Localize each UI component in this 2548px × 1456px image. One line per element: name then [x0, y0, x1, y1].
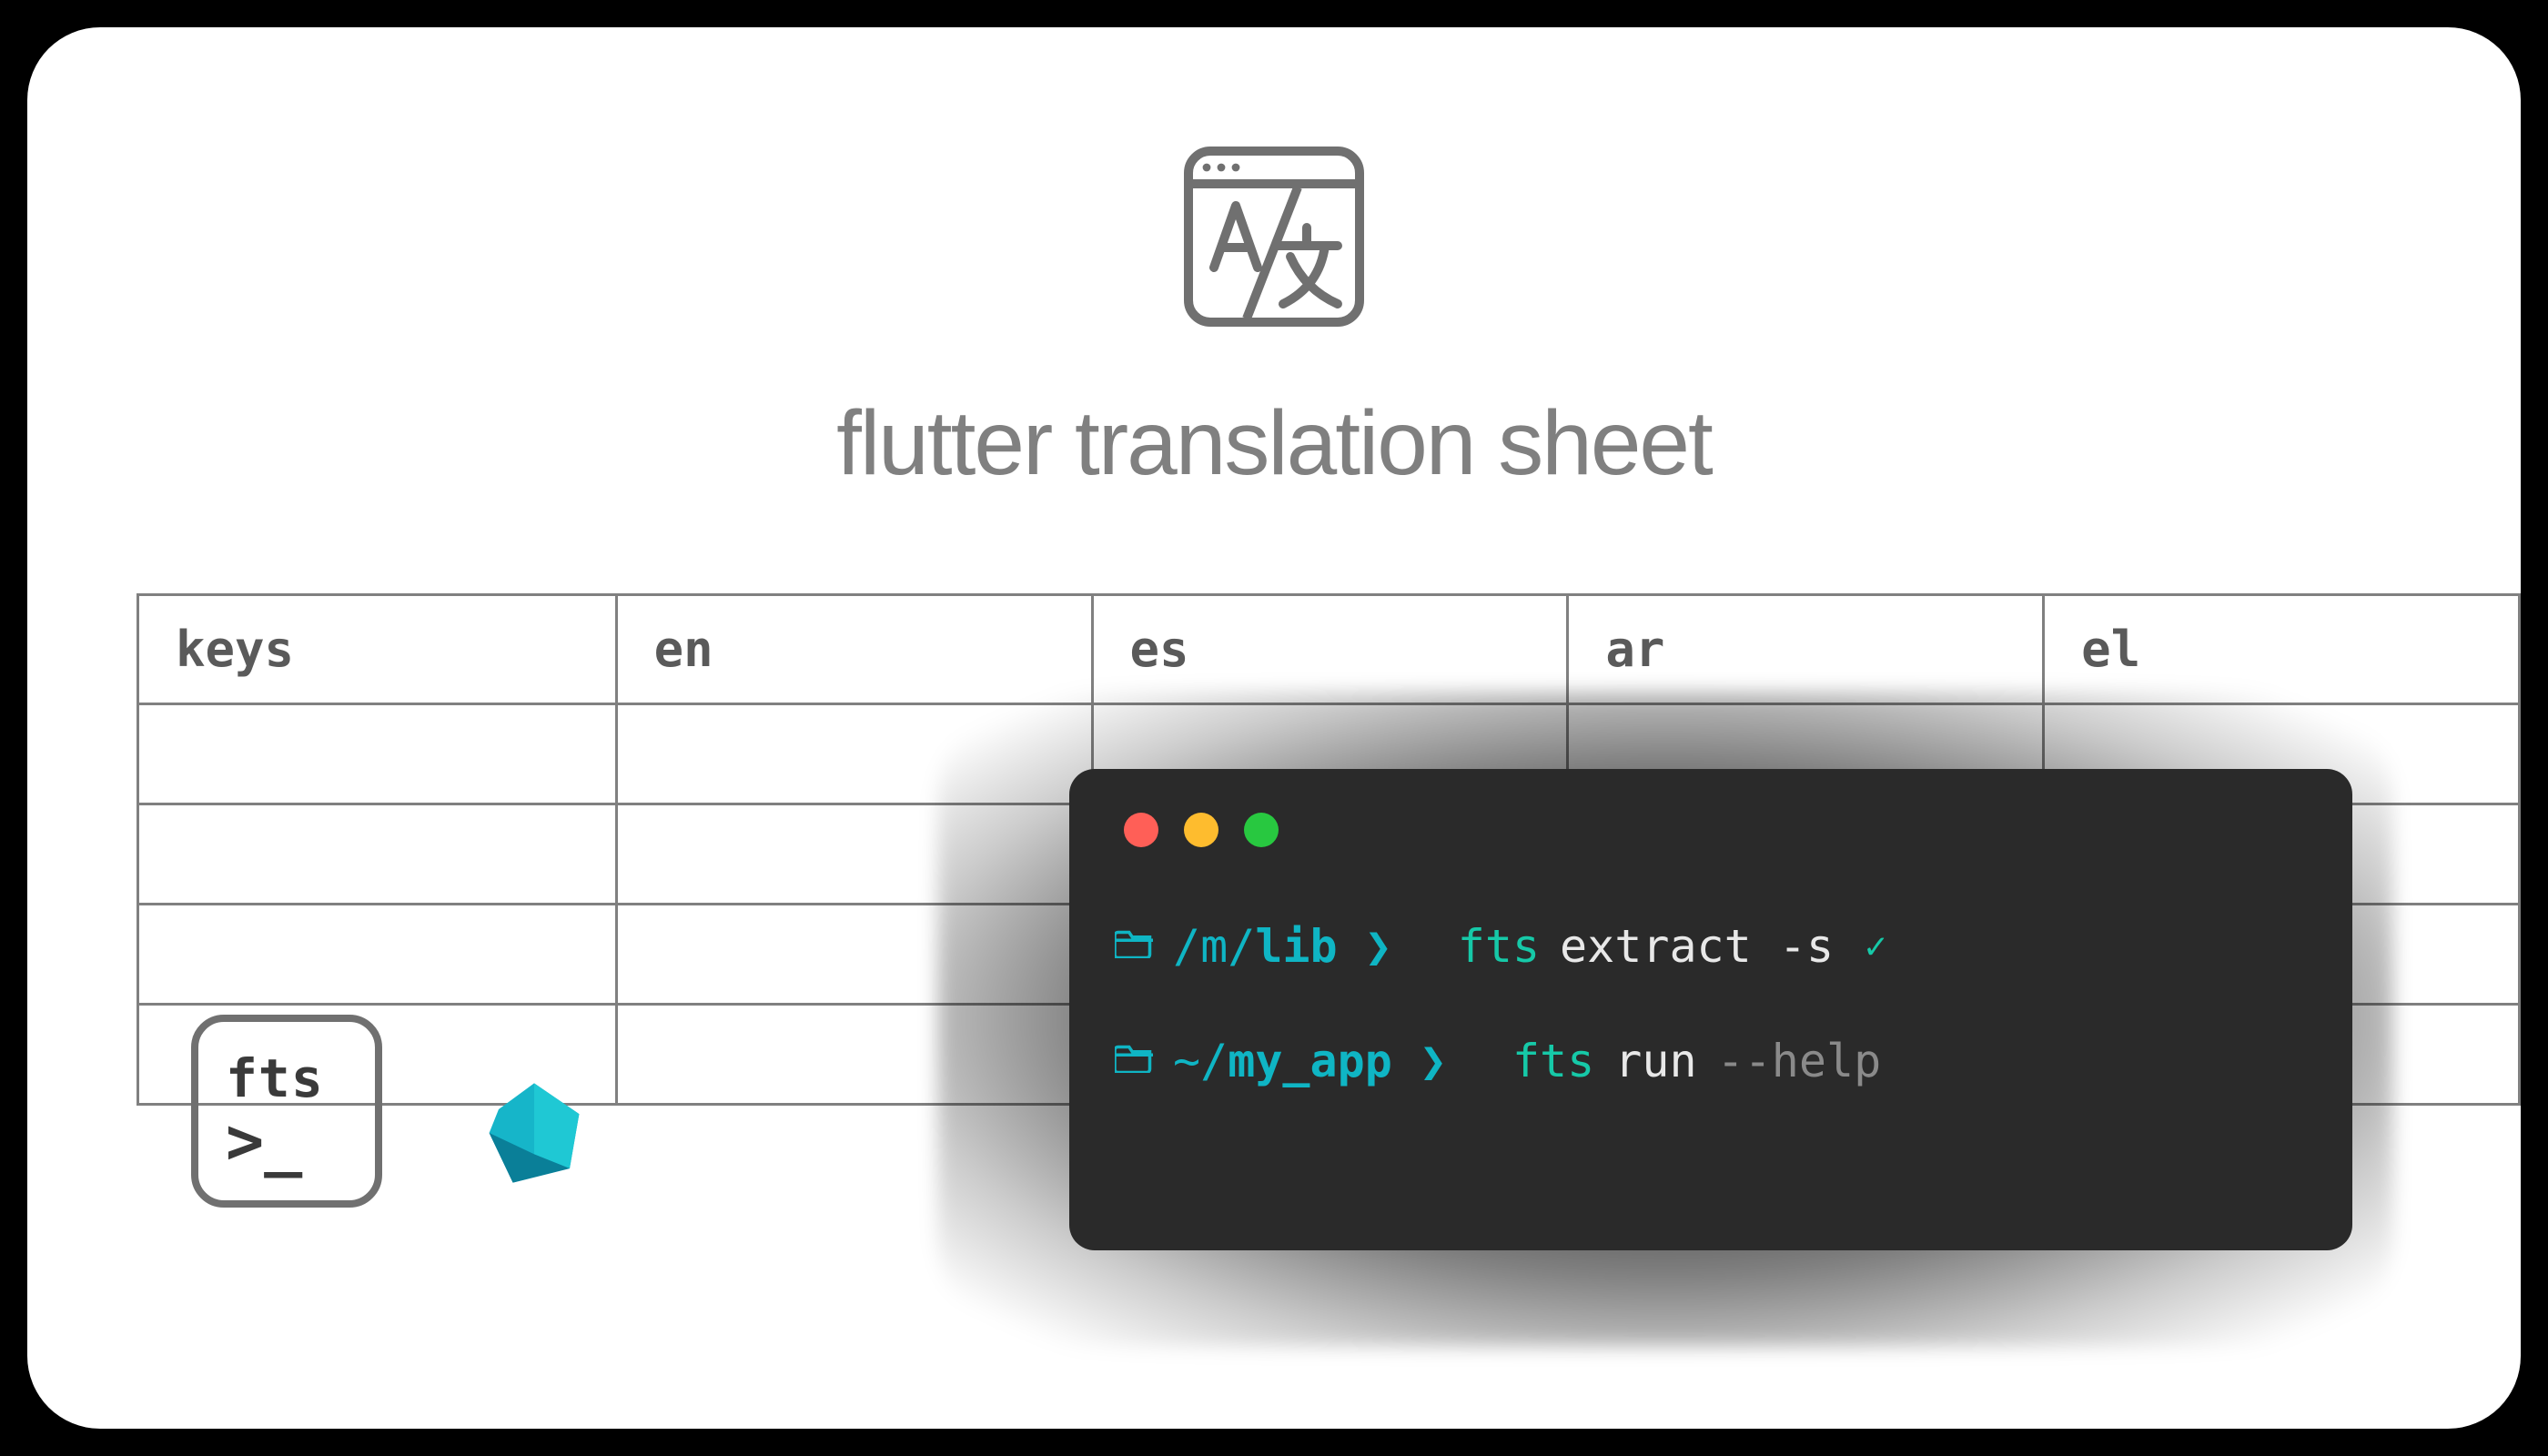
sheet-header-row: keys en es ar el: [138, 595, 2520, 704]
terminal-flag: --help: [1717, 1035, 1882, 1087]
folder-icon: [1115, 1040, 1153, 1082]
folder-icon: [1115, 925, 1153, 967]
dart-logo-icon: [475, 1074, 593, 1197]
terminal-path: /m/lib: [1173, 920, 1338, 973]
page-title: flutter translation sheet: [836, 391, 1712, 496]
col-header-el: el: [2044, 595, 2520, 704]
col-header-ar: ar: [1568, 595, 2044, 704]
terminal-window: /m/lib ❯ fts extract -s ✓ ~/my_app ❯ fts…: [1069, 769, 2352, 1250]
translate-app-icon: [1174, 136, 1374, 341]
terminal-args: run: [1614, 1035, 1696, 1087]
fts-cli-badge: fts >_: [191, 1015, 382, 1208]
close-icon[interactable]: [1124, 813, 1158, 847]
maximize-icon[interactable]: [1244, 813, 1279, 847]
col-header-keys: keys: [138, 595, 617, 704]
window-controls: [1124, 813, 2307, 847]
fts-badge-prompt: >_: [226, 1108, 375, 1176]
minimize-icon[interactable]: [1184, 813, 1218, 847]
prompt-chevron-icon: ❯: [1365, 920, 1392, 973]
terminal-args: extract -s: [1560, 920, 1834, 973]
col-header-es: es: [1092, 595, 1568, 704]
success-check-icon: ✓: [1865, 925, 1886, 967]
prompt-chevron-icon: ❯: [1420, 1035, 1447, 1087]
terminal-command: fts: [1458, 920, 1540, 973]
fts-badge-label: fts: [226, 1052, 375, 1105]
terminal-line: /m/lib ❯ fts extract -s ✓: [1115, 920, 2307, 973]
terminal-path: ~/my_app: [1173, 1035, 1392, 1087]
terminal-command: fts: [1512, 1035, 1594, 1087]
col-header-en: en: [616, 595, 1092, 704]
diagram-card: flutter translation sheet keys en es ar …: [27, 27, 2521, 1429]
terminal-line: ~/my_app ❯ fts run --help: [1115, 1035, 2307, 1087]
